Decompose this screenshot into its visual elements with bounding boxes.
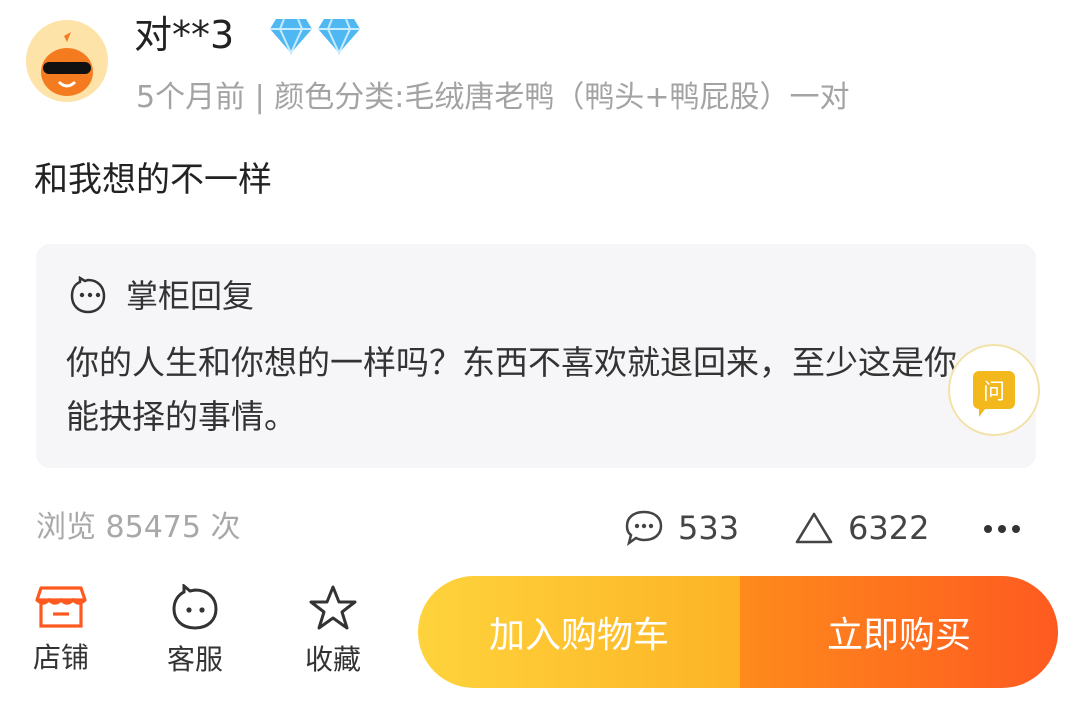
service-icon [172,584,218,630]
favorite-tab[interactable]: 收藏 [288,584,378,678]
add-to-cart-button[interactable]: 加入购物车 [418,576,740,688]
comment-button[interactable]: 533 [624,506,739,550]
shop-icon [35,586,87,628]
seller-reply-title: 掌柜回复 [126,277,255,315]
avatar[interactable] [26,20,108,102]
service-label: 客服 [166,643,223,676]
like-button[interactable]: 6322 [794,506,929,550]
ask-icon: 问 [973,371,1015,417]
shop-tab[interactable]: 店铺 [16,584,106,676]
diamond-icon [270,18,312,55]
service-tab[interactable]: 客服 [150,584,240,678]
seller-reply-text: 你的人生和你想的一样吗？东西不喜欢就退回来，至少这是你能抉择的事情。 [66,343,957,436]
review-meta: 5个月前 | 颜色分类:毛绒唐老鸭（鸭头+鸭屁股）一对 [136,80,850,115]
more-icon[interactable] [984,512,1020,546]
ask-button[interactable]: 问 [948,344,1040,436]
ask-label: 问 [982,380,1005,405]
review-content: 和我想的不一样 [34,160,272,200]
comment-icon [625,510,663,546]
star-icon [309,585,357,630]
diamond-icon [318,18,360,55]
like-icon [795,512,833,544]
seller-reply-header: 掌柜回复 [68,276,254,316]
like-count: 6322 [848,509,930,547]
buy-now-button[interactable]: 立即购买 [740,576,1058,688]
comment-count: 533 [678,509,740,547]
favorite-label: 收藏 [304,643,361,676]
view-count: 浏览 85475 次 [36,510,241,545]
member-level-badge [268,12,362,58]
shop-label: 店铺 [32,641,89,674]
username: 对**3 [134,13,235,57]
smile-chat-icon [70,276,106,314]
